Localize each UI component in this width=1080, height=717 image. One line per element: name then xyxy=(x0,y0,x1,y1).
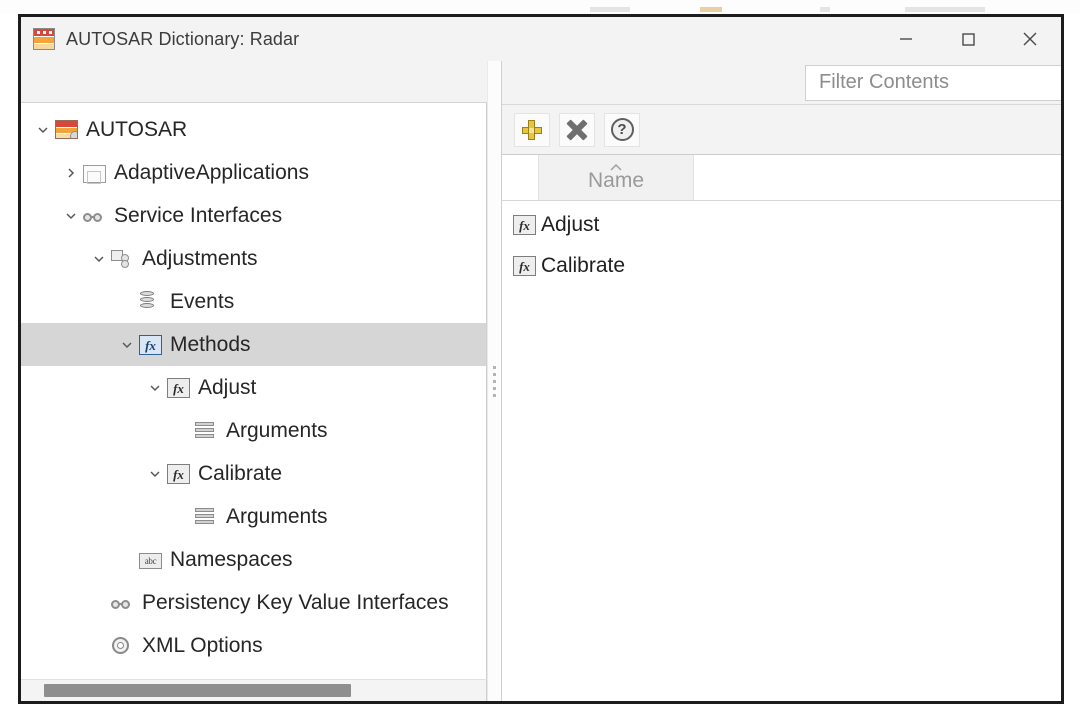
tree-item-label: Methods xyxy=(170,332,251,356)
list-column-header: Name xyxy=(502,155,1061,201)
events-database-icon xyxy=(139,291,162,312)
tree-item-label: Persistency Key Value Interfaces xyxy=(142,590,449,614)
pane-splitter[interactable] xyxy=(487,61,502,701)
tree-item-label: Adjust xyxy=(198,375,257,399)
tree-item-xml-options[interactable]: XML Options xyxy=(21,624,486,667)
list-item[interactable]: fx Calibrate xyxy=(502,245,1061,286)
chevron-down-icon[interactable] xyxy=(59,209,83,223)
tree-item-label: XML Options xyxy=(142,633,263,657)
list-toolbar: ? xyxy=(502,105,1061,155)
arguments-rows-icon xyxy=(195,422,218,441)
gear-icon xyxy=(111,636,134,656)
abc-icon: abc xyxy=(139,553,162,569)
fx-icon: fx xyxy=(167,464,190,484)
chevron-down-icon[interactable] xyxy=(115,338,139,352)
tree-toolbar xyxy=(21,61,487,103)
filter-bar: Filter Contents xyxy=(502,61,1061,105)
list-item-label: Adjust xyxy=(541,212,600,236)
fx-icon: fx xyxy=(513,256,536,276)
minimize-button[interactable] xyxy=(875,17,937,61)
contents-list[interactable]: fx Adjust fx Calibrate xyxy=(502,201,1061,701)
chevron-down-icon[interactable] xyxy=(143,467,167,481)
fx-icon: fx xyxy=(139,335,162,355)
tree-horizontal-scrollbar[interactable] xyxy=(21,679,487,701)
minimize-icon xyxy=(900,38,912,40)
list-item[interactable]: fx Adjust xyxy=(502,204,1061,245)
tree-item-label: Arguments xyxy=(226,504,328,528)
tree-item-label: Namespaces xyxy=(170,547,293,571)
background-window-strip xyxy=(0,0,1080,14)
chevron-down-icon[interactable] xyxy=(87,252,111,266)
tree-item-label: AdaptiveApplications xyxy=(114,160,309,184)
tree-item-label: Calibrate xyxy=(198,461,283,485)
window-controls xyxy=(875,17,1061,61)
autosar-app-icon xyxy=(33,28,55,50)
tree-item-adjust[interactable]: fx Adjust xyxy=(21,366,486,409)
sort-ascending-icon xyxy=(608,159,624,177)
help-button[interactable]: ? xyxy=(604,112,640,147)
tree-item-adaptiveapplications[interactable]: AdaptiveApplications xyxy=(21,151,486,194)
scrollbar-thumb[interactable] xyxy=(44,684,351,697)
column-header-name[interactable]: Name xyxy=(538,155,694,200)
tree-item-label: Adjustments xyxy=(142,246,258,270)
tree-item-calibrate[interactable]: fx Calibrate xyxy=(21,452,486,495)
tree-pane: AUTOSAR AdaptiveApplications Service Int… xyxy=(21,61,487,701)
delete-button[interactable] xyxy=(559,112,595,147)
tree-scroll-area[interactable]: AUTOSAR AdaptiveApplications Service Int… xyxy=(21,103,487,679)
window-title: AUTOSAR Dictionary: Radar xyxy=(66,28,300,49)
service-interface-icon xyxy=(111,598,134,612)
autosar-dictionary-window: AUTOSAR Dictionary: Radar AUTOSAR Adapti… xyxy=(18,14,1064,704)
tree-item-events[interactable]: Events xyxy=(21,280,486,323)
add-icon xyxy=(521,119,543,141)
close-button[interactable] xyxy=(999,17,1061,61)
background-artifact xyxy=(590,7,630,12)
service-interface-icon xyxy=(83,211,106,225)
background-artifact xyxy=(700,7,722,12)
close-icon xyxy=(1023,32,1037,46)
main-split: AUTOSAR AdaptiveApplications Service Int… xyxy=(21,61,1061,701)
background-artifact xyxy=(905,7,985,12)
chevron-down-icon[interactable] xyxy=(143,381,167,395)
package-square-icon xyxy=(83,164,106,184)
tree-item-methods[interactable]: fx Methods xyxy=(21,323,486,366)
splitter-grip-icon xyxy=(493,362,496,401)
arguments-rows-icon xyxy=(195,508,218,527)
title-bar: AUTOSAR Dictionary: Radar xyxy=(21,17,1061,61)
fx-icon: fx xyxy=(167,378,190,398)
filter-input[interactable]: Filter Contents xyxy=(805,64,1061,101)
adjustments-icon xyxy=(111,250,134,269)
chevron-down-icon[interactable] xyxy=(31,123,55,137)
tree-item-label: Service Interfaces xyxy=(114,203,283,227)
tree-item-autosar[interactable]: AUTOSAR xyxy=(21,108,486,151)
delete-icon xyxy=(566,118,588,141)
tree-item-label: Events xyxy=(170,289,235,313)
autosar-icon xyxy=(55,120,78,139)
tree-item-service-interfaces[interactable]: Service Interfaces xyxy=(21,194,486,237)
tree-item-persistency-key-value-interfaces[interactable]: Persistency Key Value Interfaces xyxy=(21,581,486,624)
dictionary-tree: AUTOSAR AdaptiveApplications Service Int… xyxy=(21,103,486,667)
tree-item-label: AUTOSAR xyxy=(86,117,188,141)
tree-item-namespaces[interactable]: abc Namespaces xyxy=(21,538,486,581)
tree-item-label: Arguments xyxy=(226,418,328,442)
background-artifact xyxy=(820,7,830,12)
tree-item-arguments-adjust[interactable]: Arguments xyxy=(21,409,486,452)
tree-item-adjustments[interactable]: Adjustments xyxy=(21,237,486,280)
fx-icon: fx xyxy=(513,215,536,235)
add-button[interactable] xyxy=(514,112,550,147)
list-item-label: Calibrate xyxy=(541,253,626,277)
abc-glyph: abc xyxy=(144,555,157,566)
contents-pane: Filter Contents ? Name fx Adjust fx Cali… xyxy=(502,61,1061,701)
chevron-right-icon[interactable] xyxy=(59,166,83,180)
help-icon: ? xyxy=(610,118,634,141)
tree-item-arguments-calibrate[interactable]: Arguments xyxy=(21,495,486,538)
maximize-icon xyxy=(962,33,975,46)
maximize-button[interactable] xyxy=(937,17,999,61)
